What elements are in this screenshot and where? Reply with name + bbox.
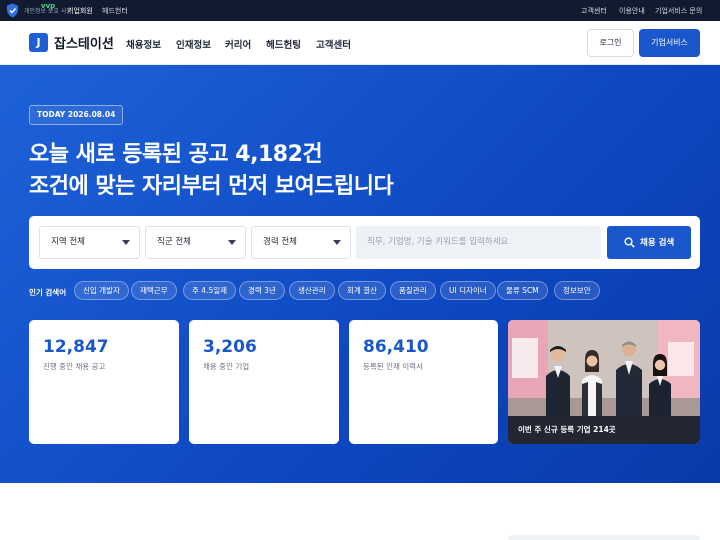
keyword-chip[interactable]: UI 디자이너: [440, 281, 496, 300]
keyword-chip[interactable]: 품질관리: [390, 281, 436, 300]
topbar-link-corporate-member[interactable]: 기업회원: [67, 6, 93, 16]
region-select-value: 지역 전체: [51, 237, 85, 247]
nav-item-career[interactable]: 커리어: [225, 37, 251, 51]
keyword-chip[interactable]: 신입 개발자: [74, 281, 129, 300]
privacy-notice-text: 개인정보 보호 사용 vvp: [24, 2, 72, 15]
stat-label: 채용 중인 기업: [203, 362, 250, 371]
nav-item-headhunting[interactable]: 헤드헌팅: [266, 37, 301, 51]
search-icon: [624, 237, 635, 248]
keyword-chip[interactable]: 경력 3년: [239, 281, 285, 300]
featured-companies-card[interactable]: 이번 주 신규 등록 기업 214곳: [508, 320, 700, 444]
stat-value: 86,410: [363, 337, 429, 357]
topbar-link-headhunter[interactable]: 헤드헌터: [102, 6, 128, 16]
chevron-down-icon: [122, 240, 130, 245]
biz-service-button[interactable]: 기업서비스: [639, 29, 700, 57]
chevron-down-icon: [228, 240, 236, 245]
stat-label: 등록된 인재 이력서: [363, 362, 423, 371]
career-select[interactable]: 경력 전체: [251, 226, 351, 259]
region-select[interactable]: 지역 전체: [39, 226, 140, 259]
nav-item-talent[interactable]: 인재정보: [176, 37, 211, 51]
nav-item-support[interactable]: 고객센터: [316, 37, 351, 51]
job-category-select-value: 직군 전체: [157, 237, 191, 247]
nav-item-jobs[interactable]: 채용정보: [126, 37, 161, 51]
keyword-chip[interactable]: 회계 결산: [338, 281, 386, 300]
popular-keywords-label: 인기 검색어: [29, 288, 67, 297]
keyword-chip[interactable]: 물류 SCM: [497, 281, 548, 300]
featured-companies-caption: 이번 주 신규 등록 기업 214곳: [518, 425, 616, 434]
logo-icon[interactable]: J: [29, 33, 48, 52]
stat-card-resumes[interactable]: 86,410 등록된 인재 이력서: [349, 320, 498, 444]
search-panel: 지역 전체 직군 전체 경력 전체 직무, 기업명, 기술 키워드를 입력하세요…: [29, 216, 700, 269]
topbar-link-guide[interactable]: 이용안내: [619, 6, 645, 16]
topbar-link-customer-center[interactable]: 고객센터: [581, 6, 607, 16]
topbar-link-biz-inquiry[interactable]: 기업서비스 문의: [655, 6, 702, 16]
keyword-chip[interactable]: 생산관리: [289, 281, 335, 300]
stat-label: 진행 중인 채용 공고: [43, 362, 106, 371]
today-badge: TODAY 2026.08.04: [29, 105, 124, 125]
headline-line-2: 조건에 맞는 자리부터 먼저 보여드립니다: [29, 174, 394, 199]
logo-text[interactable]: 잡스테이션: [54, 33, 114, 52]
career-select-value: 경력 전체: [263, 237, 297, 247]
stat-card-companies[interactable]: 3,206 채용 중인 기업: [189, 320, 339, 444]
keyword-search-input[interactable]: 직무, 기업명, 기술 키워드를 입력하세요: [356, 226, 601, 259]
shield-icon: [7, 3, 18, 18]
lower-section-card: [508, 535, 700, 540]
stat-value: 12,847: [43, 337, 109, 357]
keyword-chip[interactable]: 재택근무: [131, 281, 177, 300]
main-header: J 잡스테이션 채용정보 인재정보 커리어 헤드헌팅 고객센터 로그인 기업서비…: [0, 21, 720, 65]
search-button-label: 채용 검색: [640, 238, 675, 248]
search-button[interactable]: 채용 검색: [607, 226, 691, 259]
stat-card-job-postings[interactable]: 12,847 진행 중인 채용 공고: [29, 320, 179, 444]
chevron-down-icon: [333, 240, 341, 245]
login-button[interactable]: 로그인: [587, 29, 634, 57]
keyword-chip[interactable]: 정보보안: [554, 281, 600, 300]
top-utility-bar: 개인정보 보호 사용 vvp 기업회원 헤드헌터 고객센터 이용안내 기업서비스…: [0, 0, 720, 21]
headline-line-1: 오늘 새로 등록된 공고 4,182건: [29, 142, 323, 167]
job-category-select[interactable]: 직군 전체: [145, 226, 246, 259]
stat-value: 3,206: [203, 337, 257, 357]
vvp-badge: vvp: [41, 2, 56, 10]
keyword-chip[interactable]: 주 4.5일제: [183, 281, 237, 300]
